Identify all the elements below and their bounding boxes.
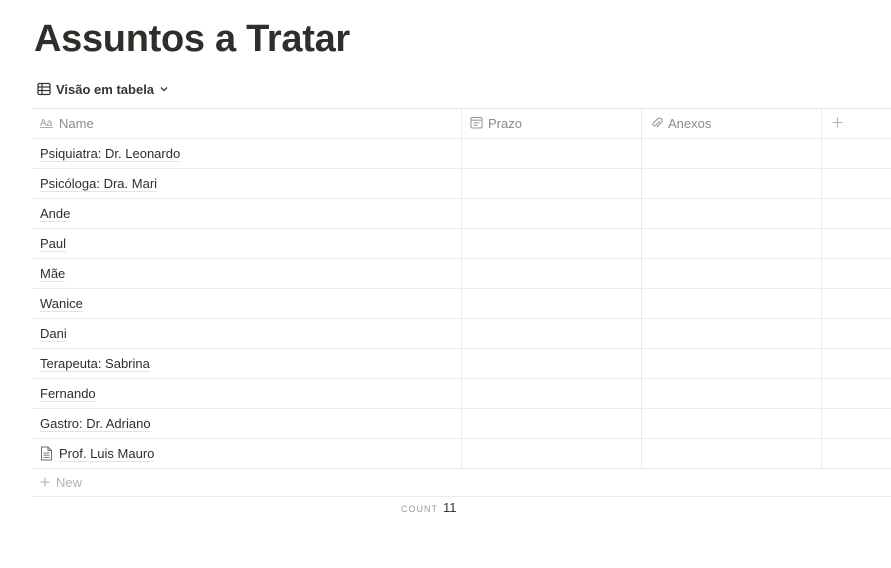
- cell-name[interactable]: Psicóloga: Dra. Mari: [32, 169, 462, 198]
- cell-name[interactable]: Mãe: [32, 259, 462, 288]
- cell-anexos[interactable]: [642, 379, 822, 408]
- table-icon: [37, 82, 51, 96]
- add-column-button[interactable]: [822, 109, 891, 138]
- cell-empty: [822, 259, 891, 288]
- cell-prazo[interactable]: [462, 349, 642, 378]
- cell-anexos[interactable]: [642, 319, 822, 348]
- view-switcher[interactable]: Visão em tabela: [37, 78, 169, 100]
- cell-empty: [822, 379, 891, 408]
- cell-empty: [822, 169, 891, 198]
- count-value: 11: [443, 500, 457, 515]
- cell-empty: [822, 229, 891, 258]
- new-row-label: New: [56, 475, 83, 490]
- column-header-label: Anexos: [668, 116, 712, 131]
- row-title[interactable]: Prof. Luis Mauro: [59, 446, 154, 461]
- svg-text:Aa: Aa: [40, 118, 53, 128]
- text-aa-icon: Aa: [40, 116, 54, 131]
- table-row[interactable]: Gastro: Dr. Adriano: [32, 409, 891, 439]
- cell-anexos[interactable]: [642, 229, 822, 258]
- cell-prazo[interactable]: [462, 289, 642, 318]
- cell-name[interactable]: Prof. Luis Mauro: [32, 439, 462, 468]
- cell-name[interactable]: Gastro: Dr. Adriano: [32, 409, 462, 438]
- calendar-icon: [470, 116, 483, 132]
- cell-prazo[interactable]: [462, 409, 642, 438]
- cell-prazo[interactable]: [462, 199, 642, 228]
- cell-anexos[interactable]: [642, 289, 822, 318]
- cell-empty: [822, 409, 891, 438]
- cell-anexos[interactable]: [642, 409, 822, 438]
- column-header-label: Name: [59, 116, 94, 131]
- cell-name[interactable]: Paul: [32, 229, 462, 258]
- row-title[interactable]: Ande: [40, 206, 70, 221]
- cell-name[interactable]: Fernando: [32, 379, 462, 408]
- chevron-down-icon: [159, 84, 169, 94]
- cell-prazo[interactable]: [462, 169, 642, 198]
- table-row[interactable]: Psiquiatra: Dr. Leonardo: [32, 139, 891, 169]
- view-label: Visão em tabela: [56, 81, 155, 97]
- cell-prazo[interactable]: [462, 439, 642, 468]
- row-title[interactable]: Mãe: [40, 266, 65, 281]
- cell-anexos[interactable]: [642, 199, 822, 228]
- cell-name[interactable]: Dani: [32, 319, 462, 348]
- table-body: Psiquiatra: Dr. Leonardo Psicóloga: Dra. …: [32, 139, 891, 469]
- table-row[interactable]: Dani: [32, 319, 891, 349]
- row-title[interactable]: Psicóloga: Dra. Mari: [40, 176, 157, 191]
- cell-empty: [822, 439, 891, 468]
- table-row[interactable]: Ande: [32, 199, 891, 229]
- table-row[interactable]: Wanice: [32, 289, 891, 319]
- column-header-prazo[interactable]: Prazo: [462, 109, 642, 138]
- plus-icon: [832, 116, 843, 131]
- plus-icon: [40, 475, 50, 490]
- cell-empty: [822, 199, 891, 228]
- row-title[interactable]: Psiquiatra: Dr. Leonardo: [40, 146, 180, 161]
- page-title[interactable]: Assuntos a Tratar: [34, 14, 350, 64]
- count-label: COUNT: [401, 504, 438, 514]
- table-row[interactable]: Prof. Luis Mauro: [32, 439, 891, 469]
- column-header-name[interactable]: Aa Name: [32, 109, 462, 138]
- cell-prazo[interactable]: [462, 259, 642, 288]
- table-header: Aa Name Prazo Anexos: [32, 108, 891, 139]
- row-title[interactable]: Wanice: [40, 296, 83, 311]
- cell-empty: [822, 349, 891, 378]
- row-title[interactable]: Fernando: [40, 386, 96, 401]
- column-header-label: Prazo: [488, 116, 522, 131]
- cell-name[interactable]: Terapeuta: Sabrina: [32, 349, 462, 378]
- row-count[interactable]: COUNT 11: [401, 500, 457, 515]
- cell-prazo[interactable]: [462, 229, 642, 258]
- cell-name[interactable]: Ande: [32, 199, 462, 228]
- cell-name[interactable]: Wanice: [32, 289, 462, 318]
- table-row[interactable]: Paul: [32, 229, 891, 259]
- row-title[interactable]: Dani: [40, 326, 67, 341]
- paperclip-icon: [650, 116, 663, 132]
- cell-prazo[interactable]: [462, 379, 642, 408]
- table-row[interactable]: Terapeuta: Sabrina: [32, 349, 891, 379]
- table-row[interactable]: Psicóloga: Dra. Mari: [32, 169, 891, 199]
- new-row-button[interactable]: New: [32, 469, 891, 497]
- cell-anexos[interactable]: [642, 139, 822, 168]
- table-row[interactable]: Fernando: [32, 379, 891, 409]
- cell-empty: [822, 289, 891, 318]
- database-table: Aa Name Prazo Anexos Psiquiatra: Dr. Leo…: [32, 108, 891, 497]
- cell-empty: [822, 319, 891, 348]
- cell-prazo[interactable]: [462, 319, 642, 348]
- cell-anexos[interactable]: [642, 349, 822, 378]
- cell-anexos[interactable]: [642, 259, 822, 288]
- row-title[interactable]: Terapeuta: Sabrina: [40, 356, 150, 371]
- row-title[interactable]: Paul: [40, 236, 66, 251]
- column-header-anexos[interactable]: Anexos: [642, 109, 822, 138]
- page: Assuntos a Tratar Visão em tabela Aa Nam…: [0, 0, 891, 568]
- cell-prazo[interactable]: [462, 139, 642, 168]
- cell-name[interactable]: Psiquiatra: Dr. Leonardo: [32, 139, 462, 168]
- row-title[interactable]: Gastro: Dr. Adriano: [40, 416, 151, 431]
- cell-anexos[interactable]: [642, 169, 822, 198]
- cell-anexos[interactable]: [642, 439, 822, 468]
- cell-empty: [822, 139, 891, 168]
- table-row[interactable]: Mãe: [32, 259, 891, 289]
- document-icon: [40, 446, 59, 461]
